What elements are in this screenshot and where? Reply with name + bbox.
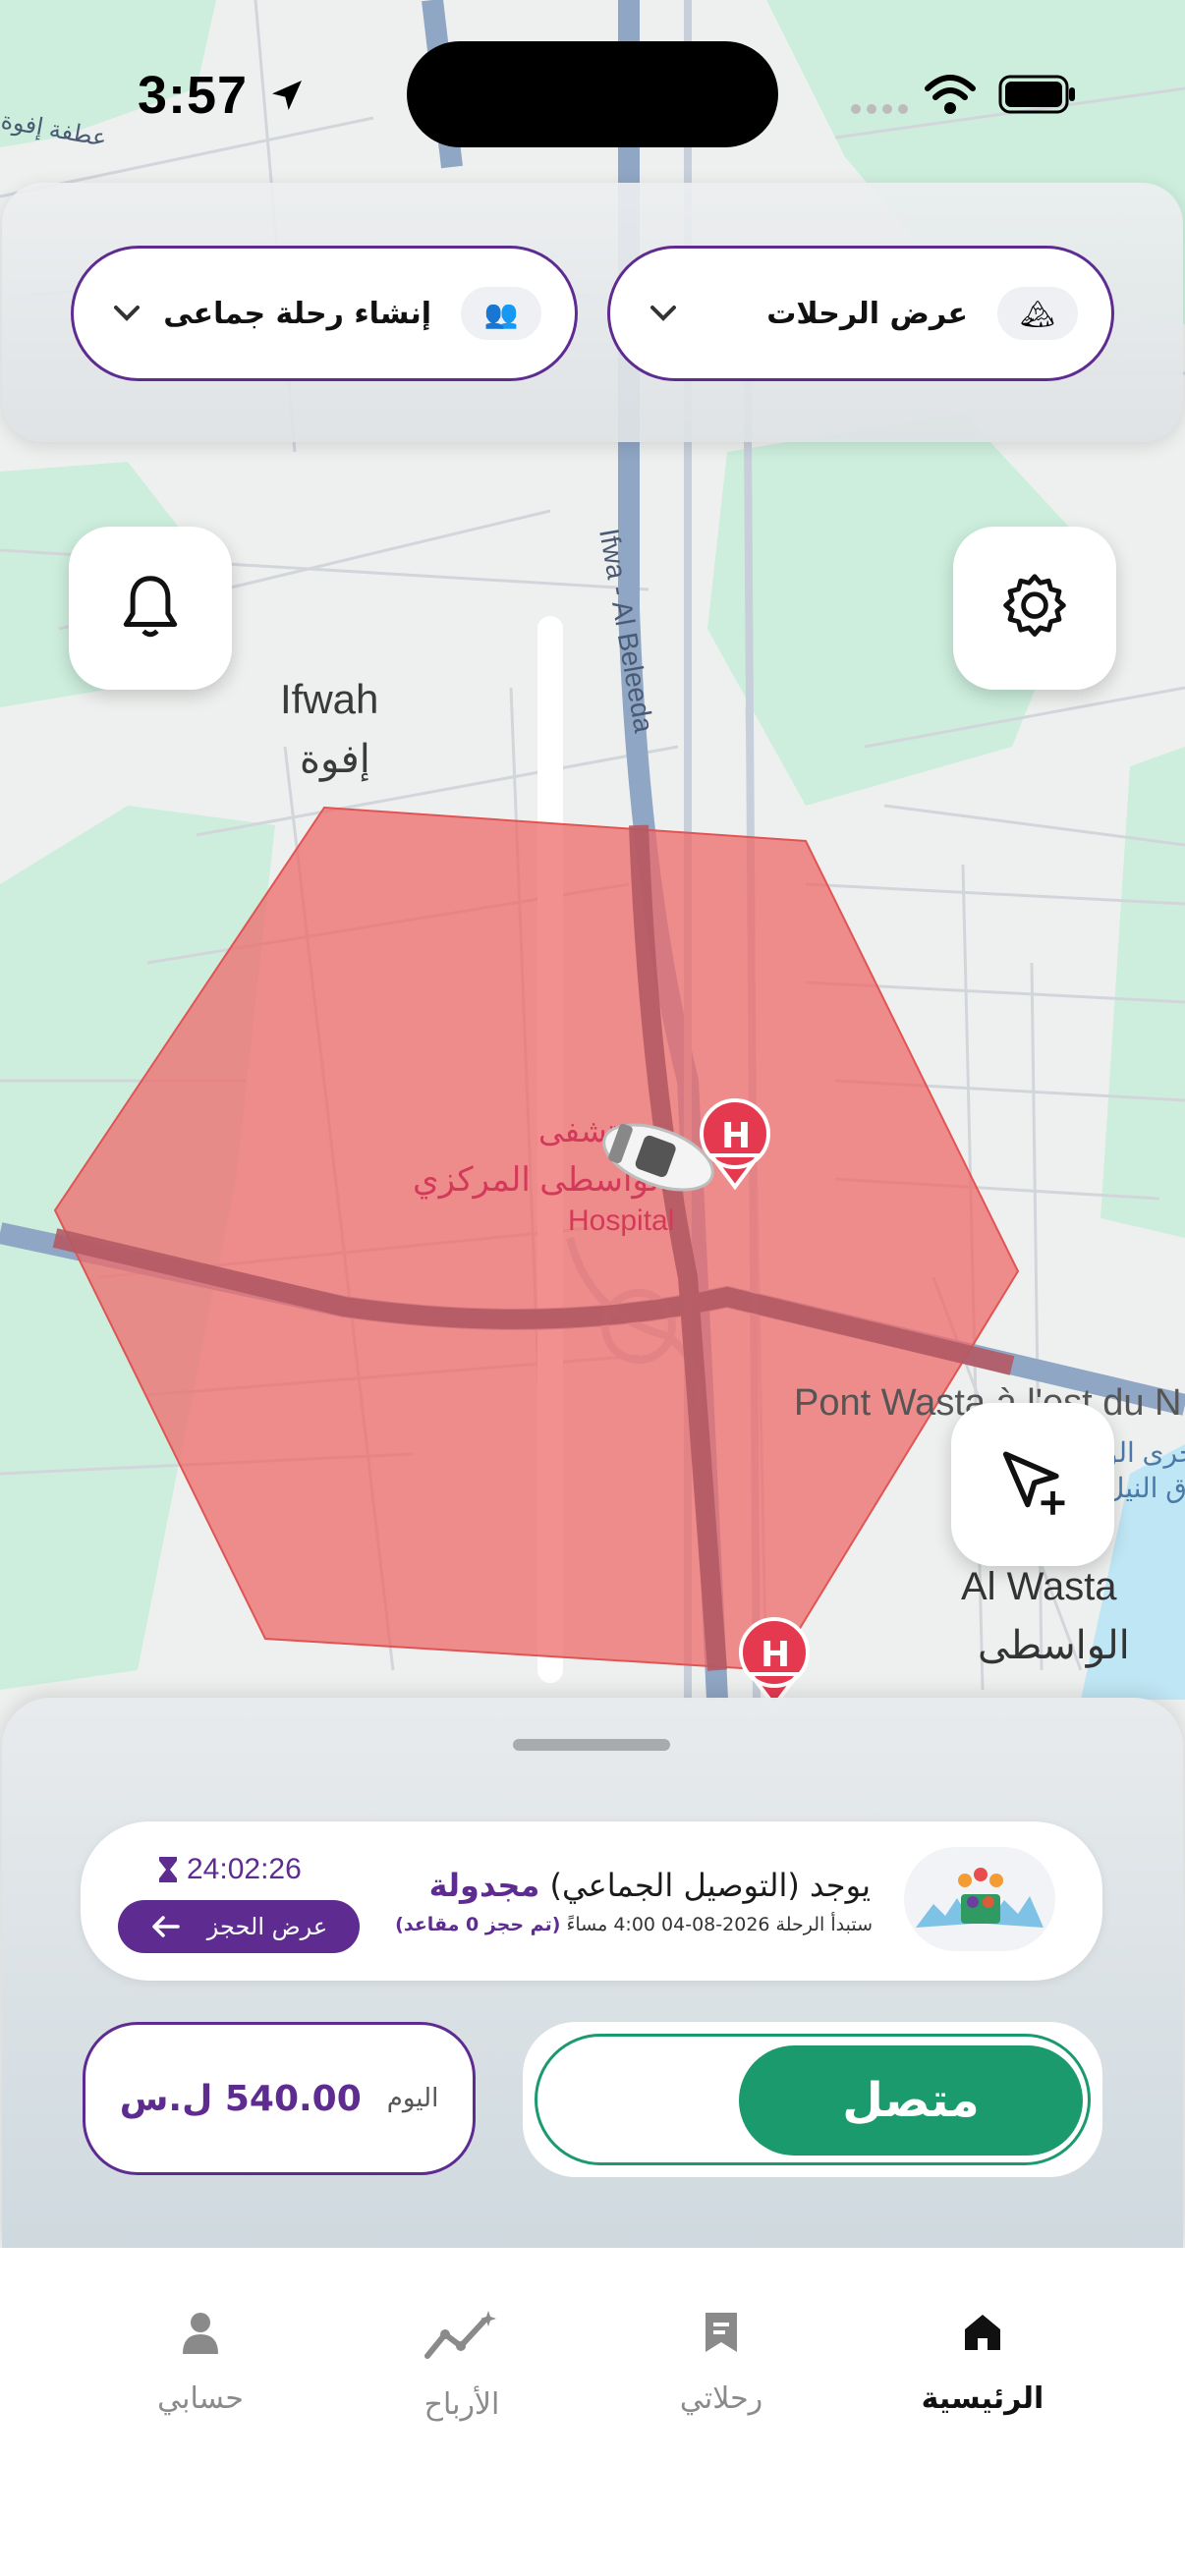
location-arrow-icon: [272, 81, 303, 110]
trips-thumbnail-icon: 🏔: [997, 287, 1078, 340]
settings-button[interactable]: [953, 527, 1116, 690]
dynamic-island: [407, 41, 778, 147]
show-trips-label: عرض الرحلات: [766, 296, 968, 331]
person-icon: [183, 2313, 218, 2354]
map-label-river-2: شرق النيل: [1104, 1473, 1185, 1504]
arrow-left-icon: [152, 1916, 180, 1937]
signal-dots-icon: [851, 104, 908, 114]
hourglass-icon: [159, 1857, 177, 1882]
tab-account[interactable]: حسابي: [102, 2309, 299, 2416]
view-booking-label: عرض الحجز: [206, 1913, 328, 1940]
tab-account-label: حسابي: [157, 2381, 244, 2416]
navigation-cursor-icon: [1002, 1451, 1065, 1515]
tab-earnings-label: الأرباح: [423, 2387, 500, 2422]
notifications-button[interactable]: [69, 527, 232, 690]
earnings-day-label: اليوم: [386, 2084, 439, 2113]
map-label-hospital-en: Hospital: [568, 1204, 674, 1237]
status-time: 3:57: [138, 65, 307, 126]
earnings-amount: 540.00 ل.س: [119, 2078, 362, 2119]
view-booking-button[interactable]: عرض الحجز: [118, 1900, 360, 1953]
trip-title-prefix: يوجد (التوصيل الجماعي): [549, 1867, 871, 1904]
battery-icon: [998, 75, 1075, 114]
time-text: 3:57: [138, 66, 249, 125]
map-label-al-wasta-en: Al Wasta: [961, 1565, 1117, 1608]
svg-text:H: H: [761, 1635, 790, 1675]
trip-countdown: 24:02:26: [157, 1853, 302, 1886]
map-label-ifwah-en: Ifwah: [280, 676, 378, 722]
trip-subtitle: ستبدأ الرحلة 2026-08-04 4:00 مساءً (تم ح…: [395, 1914, 873, 1935]
group-trip-illustration-icon: [904, 1847, 1055, 1951]
create-group-trip-dropdown[interactable]: 👥 إنشاء رحلة جماعى: [71, 246, 578, 381]
home-icon: [965, 2315, 1000, 2350]
today-earnings-card[interactable]: اليوم 540.00 ل.س: [83, 2022, 476, 2175]
locate-me-button[interactable]: [951, 1403, 1114, 1566]
tab-home-label: الرئيسية: [921, 2381, 1044, 2416]
map-label-ifwah-ar: إفوة: [300, 738, 370, 783]
trip-title: يوجد (التوصيل الجماعي) مجدولة: [429, 1867, 871, 1904]
online-status-label: متصل: [842, 2073, 980, 2128]
tab-home[interactable]: الرئيسية: [884, 2309, 1081, 2416]
wifi-icon: [925, 75, 976, 114]
tab-earnings[interactable]: الأرباح: [364, 2309, 560, 2422]
chevron-down-icon: [644, 294, 683, 333]
sheet-drag-handle[interactable]: [513, 1739, 670, 1751]
map-label-al-wasta-ar: الواسطى: [978, 1624, 1130, 1668]
show-trips-dropdown[interactable]: 🏔 عرض الرحلات: [607, 246, 1114, 381]
gear-icon: [1003, 574, 1066, 637]
create-group-trip-label: إنشاء رحلة جماعى: [163, 296, 431, 331]
bell-icon: [123, 576, 178, 638]
bookmark-icon: [705, 2313, 737, 2352]
trip-start-time: ستبدأ الرحلة 2026-08-04 4:00 مساءً: [566, 1914, 873, 1935]
svg-text:H: H: [721, 1116, 751, 1156]
tab-my-trips-label: رحلاتي: [679, 2381, 763, 2416]
online-toggle-knob[interactable]: متصل: [739, 2045, 1083, 2156]
countdown-text: 24:02:26: [187, 1853, 302, 1885]
trip-seats-booked: (تم حجز 0 مقاعد): [395, 1914, 561, 1935]
map-label-river-1: مجرى الو: [1102, 1437, 1185, 1469]
earnings-chart-icon: [424, 2311, 496, 2359]
tab-my-trips[interactable]: رحلاتي: [623, 2309, 819, 2416]
chevron-down-icon: [107, 294, 146, 333]
group-trip-thumbnail-icon: 👥: [461, 287, 541, 340]
trip-status: مجدولة: [428, 1867, 540, 1904]
